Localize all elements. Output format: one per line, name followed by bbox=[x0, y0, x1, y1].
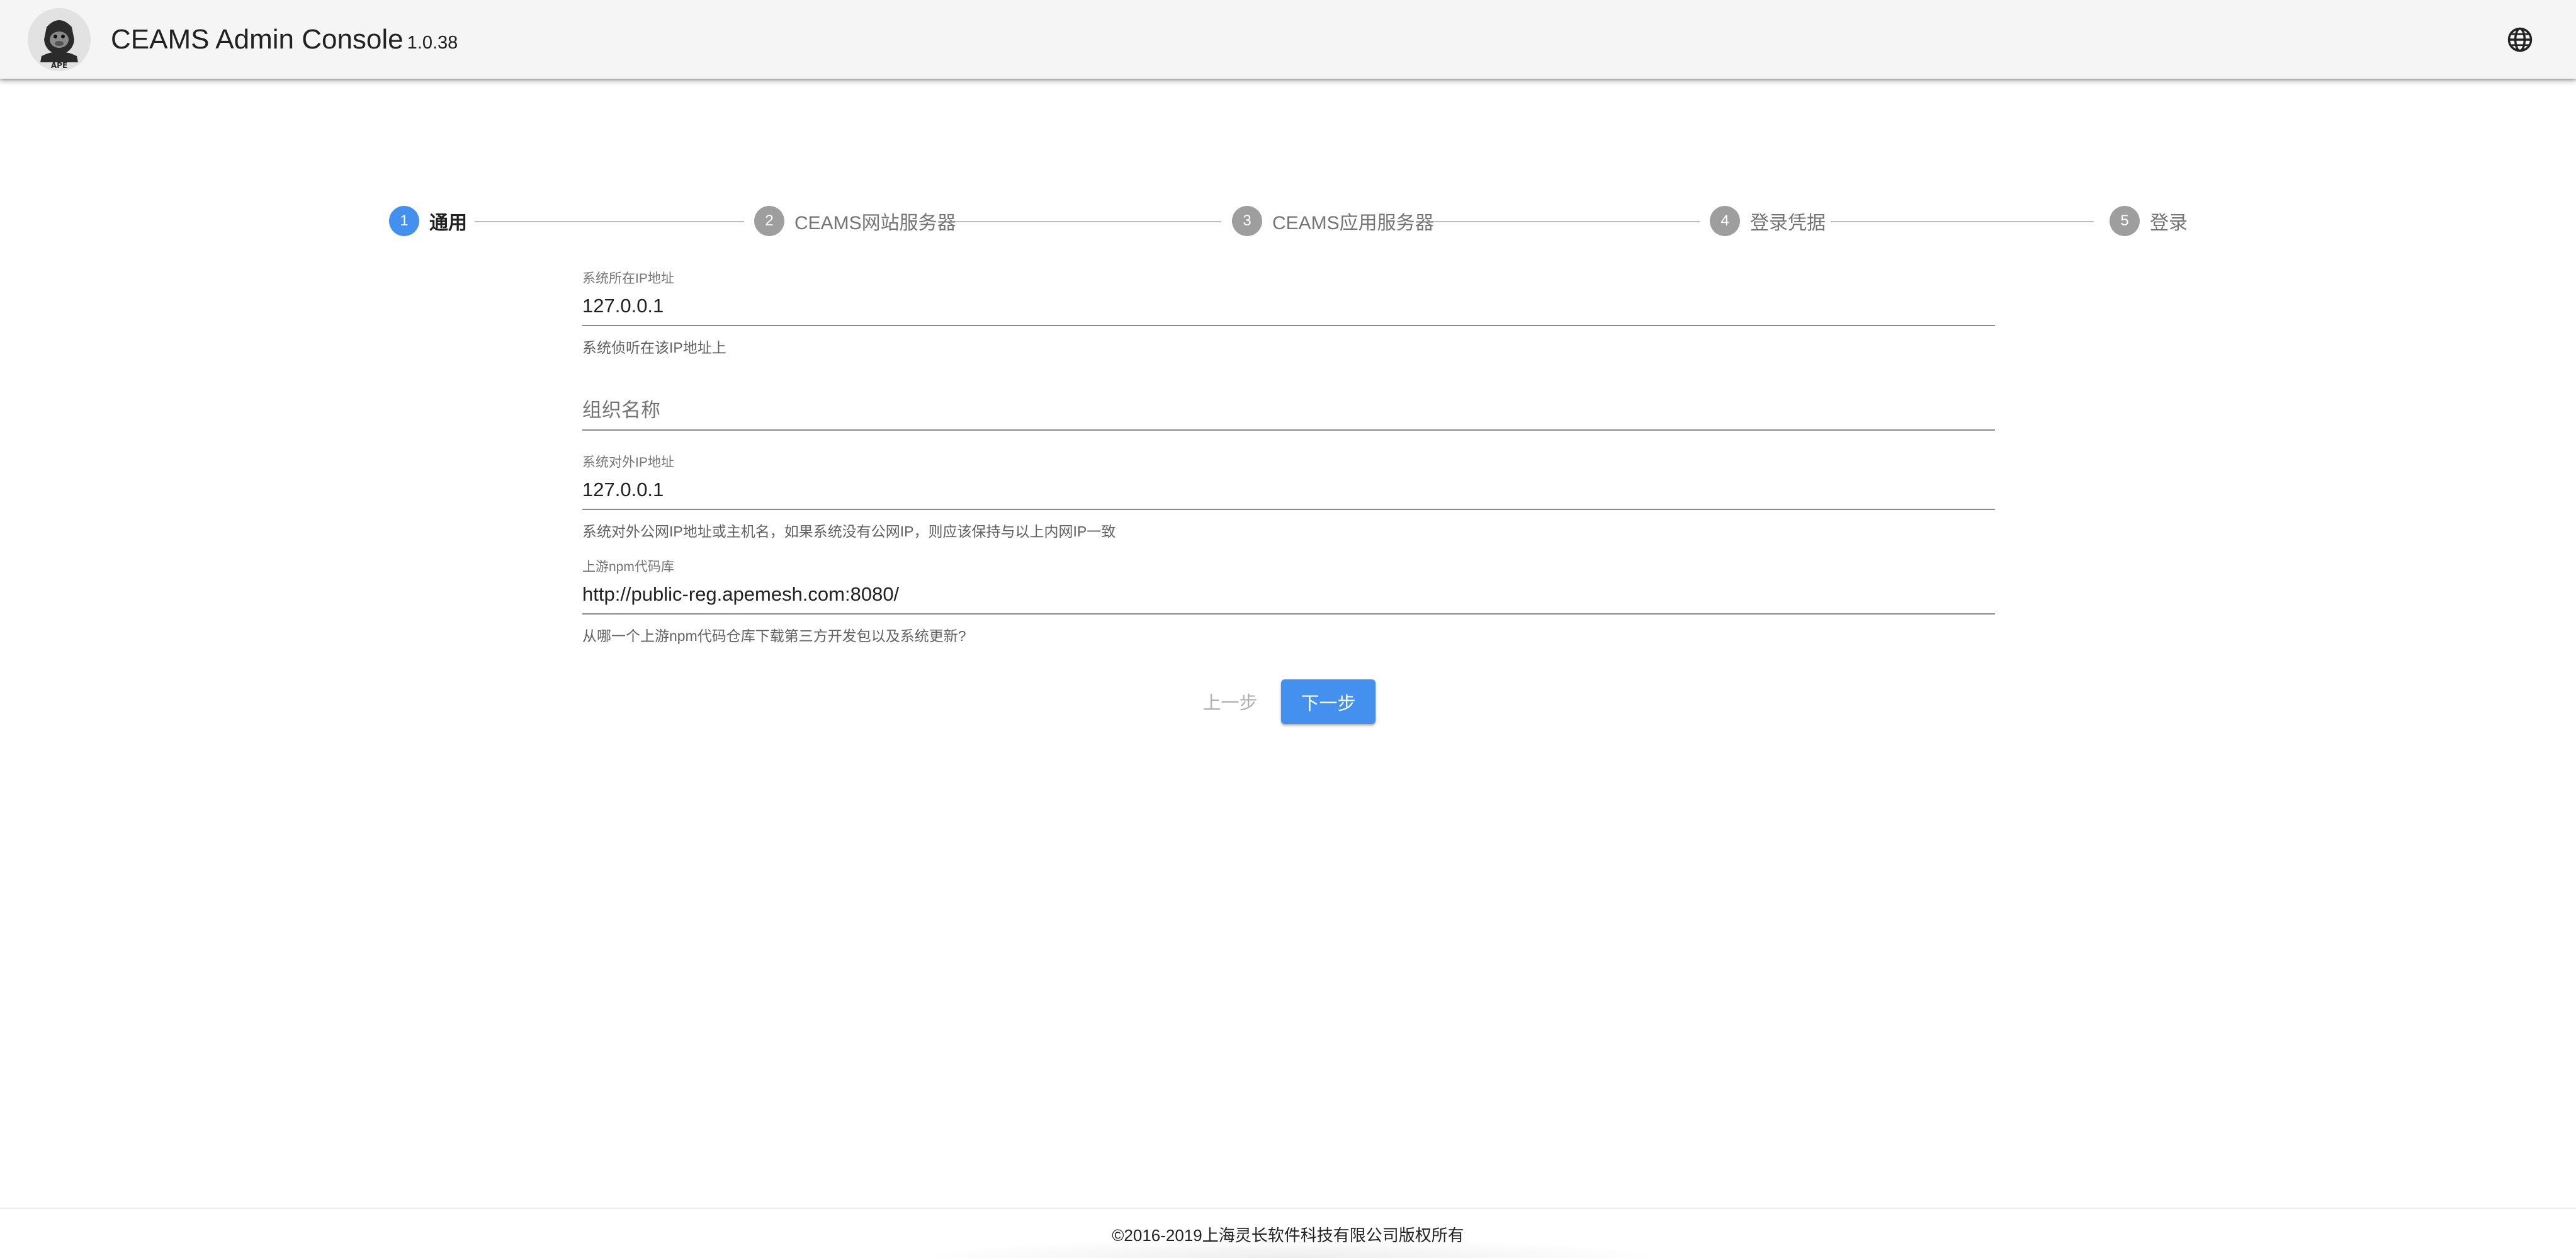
app-header: APE CEAMS Admin Console 1.0.38 bbox=[0, 0, 2576, 79]
step-connector bbox=[475, 221, 744, 222]
svg-text:APE: APE bbox=[51, 61, 67, 70]
step-general[interactable]: 1 通用 bbox=[389, 203, 467, 239]
field-underline bbox=[582, 325, 1995, 326]
footer-copyright: ©2016-2019上海灵长软件科技有限公司版权所有 bbox=[1112, 1226, 1464, 1245]
step-label: 登录 bbox=[2150, 213, 2188, 234]
npm-registry-input[interactable] bbox=[582, 581, 1995, 608]
app-title: CEAMS Admin Console 1.0.38 bbox=[111, 23, 458, 60]
step-connector bbox=[953, 221, 1221, 222]
next-step-button[interactable]: 下一步 bbox=[1281, 679, 1376, 724]
step-login[interactable]: 5 登录 bbox=[2110, 203, 2188, 239]
step-label: CEAMS应用服务器 bbox=[1272, 213, 1434, 234]
public-ip-label: 系统对外IP地址 bbox=[582, 455, 674, 470]
field-underline bbox=[582, 613, 1995, 615]
field-underline bbox=[582, 509, 1995, 510]
app-title-text: CEAMS Admin Console bbox=[111, 24, 404, 55]
footer-divider bbox=[0, 1208, 2576, 1209]
step-number: 2 bbox=[754, 206, 784, 236]
step-credentials[interactable]: 4 登录凭据 bbox=[1710, 203, 1826, 239]
step-app-server[interactable]: 3 CEAMS应用服务器 bbox=[1232, 203, 1434, 239]
system-ip-input[interactable] bbox=[582, 292, 1995, 320]
ape-logo-icon: APE bbox=[28, 8, 91, 71]
step-number: 5 bbox=[2110, 206, 2140, 236]
globe-icon[interactable] bbox=[2507, 26, 2533, 53]
npm-registry-hint: 从哪一个上游npm代码仓库下载第三方开发包以及系统更新? bbox=[582, 628, 966, 644]
npm-registry-label: 上游npm代码库 bbox=[582, 560, 674, 574]
step-label: 通用 bbox=[429, 213, 467, 234]
step-label: 登录凭据 bbox=[1750, 213, 1826, 234]
public-ip-input[interactable] bbox=[582, 476, 1995, 504]
step-number: 4 bbox=[1710, 206, 1740, 236]
field-underline bbox=[582, 429, 1995, 431]
public-ip-hint: 系统对外公网IP地址或主机名，如果系统没有公网IP，则应该保持与以上内网IP一致 bbox=[582, 523, 1116, 540]
system-ip-hint: 系统侦听在该IP地址上 bbox=[582, 339, 726, 356]
step-connector bbox=[1432, 221, 1700, 222]
step-number: 3 bbox=[1232, 206, 1262, 236]
previous-step-button[interactable]: 上一步 bbox=[1194, 679, 1267, 723]
org-name-input[interactable] bbox=[582, 397, 1995, 424]
app-version: 1.0.38 bbox=[407, 33, 458, 53]
system-ip-label: 系统所在IP地址 bbox=[582, 271, 674, 286]
step-label: CEAMS网站服务器 bbox=[794, 213, 956, 234]
step-number: 1 bbox=[389, 206, 419, 236]
step-web-server[interactable]: 2 CEAMS网站服务器 bbox=[754, 203, 956, 239]
step-connector bbox=[1831, 221, 2094, 222]
setup-stepper: 1 通用 2 CEAMS网站服务器 3 CEAMS应用服务器 4 登录凭据 5 … bbox=[389, 203, 2188, 239]
